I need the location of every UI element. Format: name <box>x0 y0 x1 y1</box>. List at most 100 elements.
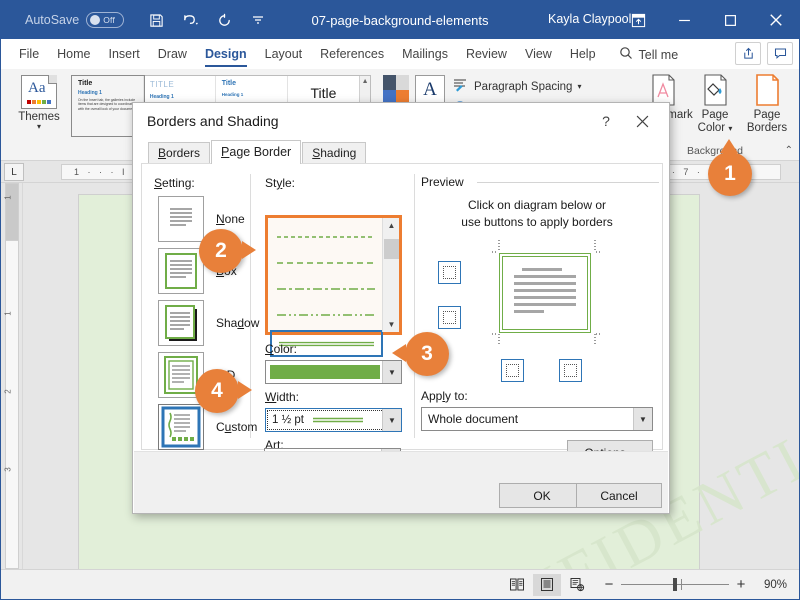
tab-stop-icon[interactable]: L <box>4 163 24 181</box>
ribbon-display-options-icon[interactable] <box>615 1 661 39</box>
preview-text-line <box>522 268 562 271</box>
tab-help[interactable]: Help <box>561 40 605 69</box>
maximize-icon[interactable] <box>707 1 753 39</box>
chevron-down-icon[interactable]: ▾ <box>577 82 581 91</box>
bottom-border-button[interactable] <box>501 359 524 382</box>
style-scrollbar[interactable]: ▲ ▼ <box>382 218 399 332</box>
left-border-button[interactable] <box>438 306 461 329</box>
chevron-down-icon[interactable]: ▾ <box>15 123 63 131</box>
preview-instruction: Click on diagram below or use buttons to… <box>421 197 653 231</box>
ribbon-tab-bar: File Home Insert Draw Design Layout Refe… <box>1 39 799 69</box>
theme-colors-icon[interactable] <box>383 75 409 105</box>
qat-customize-icon[interactable] <box>248 10 268 30</box>
help-icon[interactable]: ? <box>595 111 617 131</box>
zoom-level[interactable]: 90% <box>753 579 787 591</box>
tab-mailings[interactable]: Mailings <box>393 40 457 69</box>
preview-text-line <box>514 303 576 306</box>
tab-file[interactable]: File <box>10 40 48 69</box>
read-mode-icon[interactable] <box>503 574 531 596</box>
theme-fonts-icon[interactable]: A <box>415 75 445 105</box>
autosave-toggle[interactable]: AutoSave Off <box>25 12 125 28</box>
zoom-slider-thumb[interactable] <box>673 578 677 591</box>
tab-layout[interactable]: Layout <box>256 40 312 69</box>
setting-option-custom[interactable] <box>158 404 204 450</box>
ok-button[interactable]: OK <box>499 483 585 508</box>
color-swatch <box>270 365 380 379</box>
v-ruler-mark: 1 <box>3 195 13 200</box>
left-border-icon <box>443 311 456 324</box>
zoom-slider[interactable] <box>621 578 729 591</box>
dialog-tab-borders[interactable]: BBordersorders <box>148 142 211 164</box>
cancel-button[interactable]: Cancel <box>576 483 662 508</box>
callout-number: 1 <box>724 162 736 185</box>
zoom-control[interactable]: − + 90% <box>603 576 787 593</box>
setting-option-custom-label: Custom <box>216 420 258 434</box>
right-border-button[interactable] <box>559 359 582 382</box>
page-borders-label2: Borders <box>746 122 788 134</box>
setting-option-box[interactable] <box>158 248 204 294</box>
share-icon[interactable] <box>735 42 761 65</box>
scroll-up-icon[interactable]: ▲ <box>362 78 369 85</box>
apply-to-dropdown[interactable]: Whole document ▼ <box>421 407 653 431</box>
setting-option-none[interactable] <box>158 196 204 242</box>
tell-me-box[interactable]: Tell me <box>619 40 678 69</box>
save-icon[interactable] <box>146 10 166 30</box>
web-layout-icon[interactable] <box>563 574 591 596</box>
v-ruler-mark: 3 <box>3 467 13 472</box>
color-label: Color: <box>265 342 298 356</box>
width-dropdown[interactable]: 1 ½ pt ▼ <box>265 408 402 432</box>
style-option-dashed-medium[interactable] <box>268 250 385 276</box>
tab-insert[interactable]: Insert <box>100 40 149 69</box>
dialog-tab-page-border[interactable]: Page Border <box>211 140 302 164</box>
style-set-title: TITLE <box>149 80 175 89</box>
scroll-down-icon[interactable]: ▼ <box>383 317 400 332</box>
style-option-dash-dot[interactable] <box>268 276 385 302</box>
page-color-label: Page <box>701 109 729 121</box>
style-listbox[interactable]: ▲ ▼ <box>265 215 402 357</box>
setting-label: Setting: <box>154 176 195 190</box>
tab-references[interactable]: References <box>311 40 393 69</box>
paragraph-spacing-button[interactable]: Paragraph Spacing ▾ <box>453 78 581 95</box>
dialog-close-icon[interactable] <box>631 111 653 131</box>
vertical-ruler[interactable]: 1 1 2 3 <box>1 183 23 569</box>
undo-icon[interactable] <box>180 10 200 30</box>
autosave-switch[interactable]: Off <box>86 12 125 28</box>
color-dropdown[interactable]: ▼ <box>265 360 402 384</box>
cancel-button-label: Cancel <box>600 488 638 503</box>
collapse-ribbon-icon[interactable]: ⌃ <box>785 145 793 156</box>
scroll-up-icon[interactable]: ▲ <box>383 218 400 233</box>
v-ruler-mark: 2 <box>3 389 13 394</box>
dialog-tab-shading[interactable]: Shading <box>302 142 367 164</box>
minimize-icon[interactable] <box>661 1 707 39</box>
print-layout-icon[interactable] <box>533 573 561 596</box>
corner-mark-br <box>585 330 605 350</box>
chevron-down-icon[interactable]: ▼ <box>382 361 401 383</box>
style-option-dashed-small[interactable] <box>268 224 385 250</box>
close-icon[interactable] <box>753 1 799 39</box>
tab-review[interactable]: Review <box>457 40 516 69</box>
tab-design[interactable]: Design <box>196 40 256 69</box>
zoom-out-icon[interactable]: − <box>603 576 615 593</box>
tab-draw[interactable]: Draw <box>149 40 196 69</box>
callout-number: 2 <box>215 239 227 262</box>
setting-option-shadow[interactable] <box>158 300 204 346</box>
scroll-thumb[interactable] <box>384 239 399 259</box>
chevron-down-icon[interactable]: ▼ <box>633 408 652 430</box>
zoom-slider-tick <box>681 579 682 590</box>
preview-page-diagram[interactable] <box>499 253 591 333</box>
right-border-icon <box>564 364 577 377</box>
tab-view[interactable]: View <box>516 40 561 69</box>
themes-button[interactable]: Aa Themes ▾ <box>15 75 63 131</box>
redo-icon[interactable] <box>214 10 234 30</box>
chevron-down-icon[interactable]: ▾ <box>728 124 732 133</box>
zoom-in-icon[interactable]: + <box>735 576 747 593</box>
style-option-dash-dot-dot[interactable] <box>268 302 385 328</box>
tab-home[interactable]: Home <box>48 40 99 69</box>
preview-section: Preview Click on diagram below or use bu… <box>421 175 659 465</box>
themes-icon: Aa <box>21 75 57 109</box>
comments-icon[interactable] <box>767 42 793 65</box>
chevron-down-icon[interactable]: ▼ <box>382 409 401 431</box>
window-controls <box>615 1 799 39</box>
page-color-label2: Color ▾ <box>697 122 733 134</box>
top-border-button[interactable] <box>438 261 461 284</box>
